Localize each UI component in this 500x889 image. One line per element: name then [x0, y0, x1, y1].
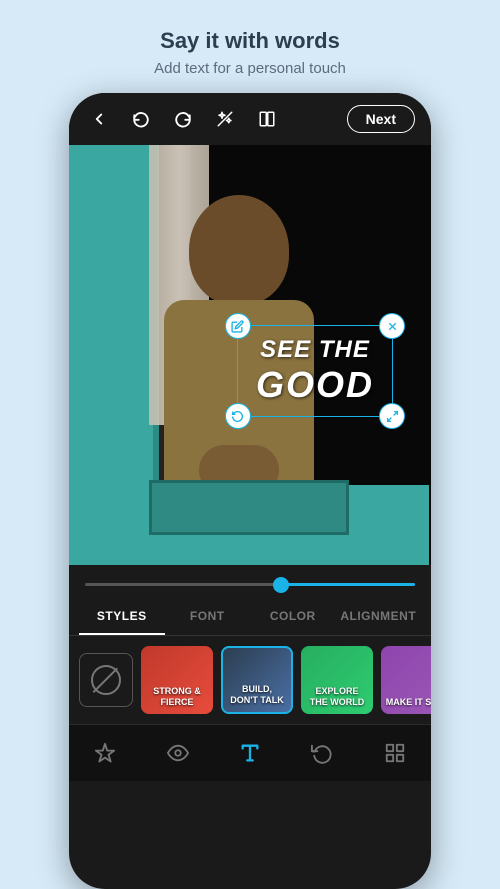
edit-handle[interactable]: [225, 313, 251, 339]
style-card-none[interactable]: [79, 653, 133, 707]
undo-button[interactable]: [127, 105, 155, 133]
style-card-explore-world[interactable]: EXPLORETHE WORLD: [301, 646, 373, 714]
image-area: SEE THE GOOD: [69, 145, 431, 565]
style-cards-row: STRONG &FIERCE BUILD,DON'T TALK EXPLORET…: [69, 636, 431, 724]
tab-alignment[interactable]: ALIGNMENT: [336, 599, 422, 635]
magic-wand-button[interactable]: [211, 105, 239, 133]
redo-button[interactable]: [169, 105, 197, 133]
nav-preview-button[interactable]: [164, 739, 192, 767]
resize-handle[interactable]: [379, 403, 405, 429]
tab-color[interactable]: COLOR: [250, 599, 336, 635]
style-card-label: MAKE IT SIG...: [381, 697, 431, 708]
text-line2: GOOD: [256, 364, 374, 406]
style-card-label: EXPLORETHE WORLD: [301, 686, 373, 708]
person-head: [189, 195, 289, 305]
style-card-build-dont-talk[interactable]: BUILD,DON'T TALK: [221, 646, 293, 714]
nav-text-button[interactable]: [236, 739, 264, 767]
no-style-icon: [91, 665, 121, 695]
next-button[interactable]: Next: [347, 105, 415, 133]
style-card-strong-fierce[interactable]: STRONG &FIERCE: [141, 646, 213, 714]
style-card-make-it-significant[interactable]: MAKE IT SIG...: [381, 646, 431, 714]
page-title: Say it with words: [154, 28, 346, 54]
text-box[interactable]: SEE THE GOOD: [237, 325, 393, 417]
text-overlay-container[interactable]: SEE THE GOOD: [219, 325, 411, 417]
rotate-handle[interactable]: [225, 403, 251, 429]
slider-container: [69, 565, 431, 599]
style-slider[interactable]: [85, 583, 415, 586]
style-card-label: BUILD,DON'T TALK: [223, 684, 291, 706]
compare-button[interactable]: [253, 105, 281, 133]
nav-magic-button[interactable]: [91, 739, 119, 767]
style-card-label: STRONG &FIERCE: [141, 686, 213, 708]
tab-font[interactable]: FONT: [165, 599, 251, 635]
page-subtitle: Add text for a personal touch: [154, 60, 346, 77]
close-handle[interactable]: [379, 313, 405, 339]
page-header: Say it with words Add text for a persona…: [134, 0, 366, 93]
bottom-nav: [69, 724, 431, 781]
tab-bar: STYLES FONT COLOR ALIGNMENT: [69, 599, 431, 636]
back-button[interactable]: [85, 105, 113, 133]
nav-layers-button[interactable]: [381, 739, 409, 767]
nav-history-button[interactable]: [308, 739, 336, 767]
teal-bottom-panel: [149, 480, 349, 535]
phone-shell: Next: [69, 93, 431, 889]
text-line1: SEE THE: [256, 336, 374, 364]
tab-styles[interactable]: STYLES: [79, 599, 165, 635]
toolbar: Next: [69, 93, 431, 145]
